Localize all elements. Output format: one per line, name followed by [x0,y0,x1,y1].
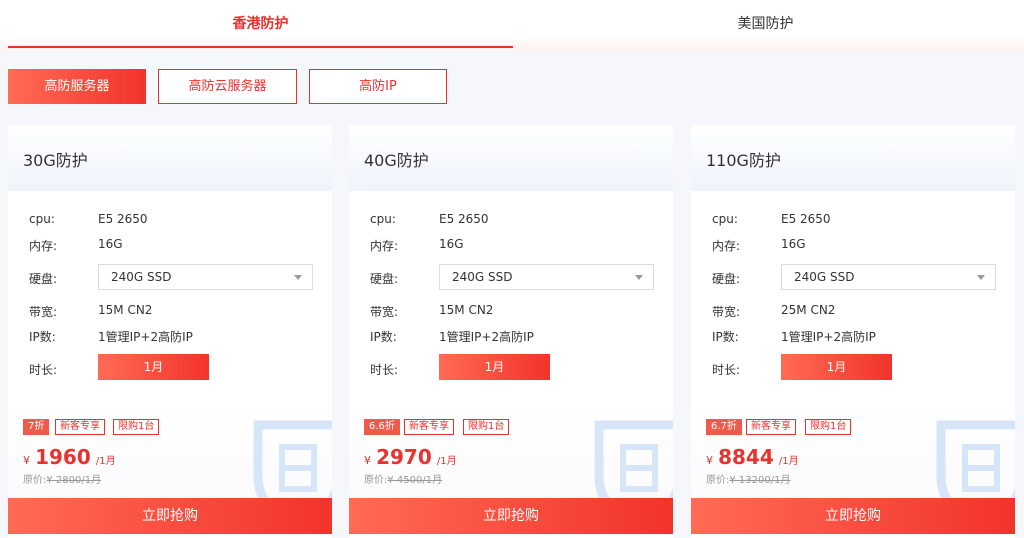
category-protected-ip-button[interactable]: 高防IP [309,69,447,104]
spec-label-memory: 内存: [712,239,741,253]
spec-label-ip: IP数: [370,330,397,344]
discount-badge: 7折 [23,419,50,435]
price-zone: 6.7折 新客专享 限购1台 ¥ 8844 /1月 原价:¥ 13200/1月 [691,399,1015,527]
card-header: 40G防护 [349,125,673,191]
original-price: 原价:¥ 13200/1月 [706,471,790,486]
original-price: 原价:¥ 2800/1月 [23,471,101,486]
currency-symbol: ¥ [706,454,713,467]
spec-label-cpu: cpu: [29,212,55,226]
spec-label-memory: 内存: [29,239,58,253]
price-zone: 6.6折 新客专享 限购1台 ¥ 2970 /1月 原价:¥ 4500/1月 [349,399,673,527]
spec-value-bandwidth: 15M CN2 [439,303,494,317]
original-price-label: 原价: [706,475,730,486]
spec-label-cpu: cpu: [370,212,396,226]
spec-value-cpu: E5 2650 [98,212,148,226]
spec-label-ip: IP数: [29,330,56,344]
currency-symbol: ¥ [23,454,30,467]
card-header: 30G防护 [8,125,332,191]
currency-symbol: ¥ [364,454,371,467]
original-price-label: 原价: [23,475,47,486]
product-card-110g: 110G防护 cpu: E5 2650 内存: 16G 硬盘: 240G SSD… [691,125,1015,538]
purchase-limit-badge: 限购1台 [805,419,852,435]
spec-label-bandwidth: 带宽: [370,305,399,319]
price-period: /1月 [436,456,457,467]
card-title: 40G防护 [364,151,429,170]
discount-badge: 6.6折 [364,419,400,435]
spec-label-disk: 硬盘: [370,272,399,286]
buy-now-button[interactable]: 立即抢购 [8,498,332,534]
new-customer-badge: 新客专享 [746,419,796,435]
original-price: 原价:¥ 4500/1月 [364,471,442,486]
spec-label-duration: 时长: [370,363,399,377]
chevron-down-icon [977,275,985,280]
disk-select-value: 240G SSD [111,270,172,284]
card-header: 110G防护 [691,125,1015,191]
buy-now-button[interactable]: 立即抢购 [349,498,673,534]
spec-label-cpu: cpu: [712,212,738,226]
product-card-30g: 30G防护 cpu: E5 2650 内存: 16G 硬盘: 240G SSD … [8,125,332,538]
price-value: 2970 [376,445,432,469]
spec-label-bandwidth: 带宽: [29,305,58,319]
tab-usa[interactable]: 美国防护 [513,0,1018,48]
region-tab-bar: 香港防护 美国防护 [0,0,1024,50]
disk-select[interactable]: 240G SSD [98,264,313,290]
duration-button[interactable]: 1月 [98,354,209,380]
spec-value-ip: 1管理IP+2高防IP [781,330,876,344]
spec-label-ip: IP数: [712,330,739,344]
spec-value-memory: 16G [98,237,123,251]
spec-value-memory: 16G [781,237,806,251]
price: ¥ 8844 /1月 [706,445,799,469]
discount-badge: 6.7折 [706,419,742,435]
chevron-down-icon [635,275,643,280]
spec-label-memory: 内存: [370,239,399,253]
original-price-value: ¥ 13200/1月 [729,475,791,486]
purchase-limit-badge: 限购1台 [113,419,160,435]
spec-value-cpu: E5 2650 [781,212,831,226]
disk-select-value: 240G SSD [452,270,513,284]
price-value: 8844 [718,445,774,469]
category-cloud-server-button[interactable]: 高防云服务器 [158,69,297,104]
card-title: 110G防护 [706,151,781,170]
card-title: 30G防护 [23,151,88,170]
spec-value-bandwidth: 15M CN2 [98,303,153,317]
spec-value-ip: 1管理IP+2高防IP [98,330,193,344]
new-customer-badge: 新客专享 [404,419,454,435]
price-period: /1月 [95,456,116,467]
chevron-down-icon [294,275,302,280]
buy-now-button[interactable]: 立即抢购 [691,498,1015,534]
original-price-value: ¥ 2800/1月 [46,475,102,486]
spec-label-duration: 时长: [29,363,58,377]
disk-select-value: 240G SSD [794,270,855,284]
original-price-value: ¥ 4500/1月 [387,475,443,486]
duration-button[interactable]: 1月 [439,354,550,380]
spec-value-ip: 1管理IP+2高防IP [439,330,534,344]
spec-label-duration: 时长: [712,363,741,377]
price: ¥ 2970 /1月 [364,445,457,469]
spec-value-cpu: E5 2650 [439,212,489,226]
price: ¥ 1960 /1月 [23,445,116,469]
disk-select[interactable]: 240G SSD [781,264,996,290]
duration-button[interactable]: 1月 [781,354,892,380]
spec-value-bandwidth: 25M CN2 [781,303,836,317]
price-value: 1960 [35,445,91,469]
original-price-label: 原价: [364,475,388,486]
spec-label-disk: 硬盘: [29,272,58,286]
spec-value-memory: 16G [439,237,464,251]
product-card-40g: 40G防护 cpu: E5 2650 内存: 16G 硬盘: 240G SSD … [349,125,673,538]
purchase-limit-badge: 限购1台 [463,419,510,435]
tab-hong-kong[interactable]: 香港防护 [8,0,513,48]
price-zone: 7折 新客专享 限购1台 ¥ 1960 /1月 原价:¥ 2800/1月 [8,399,332,527]
category-dedicated-server-button[interactable]: 高防服务器 [8,69,146,104]
spec-label-disk: 硬盘: [712,272,741,286]
disk-select[interactable]: 240G SSD [439,264,654,290]
spec-label-bandwidth: 带宽: [712,305,741,319]
price-period: /1月 [778,456,799,467]
new-customer-badge: 新客专享 [55,419,105,435]
